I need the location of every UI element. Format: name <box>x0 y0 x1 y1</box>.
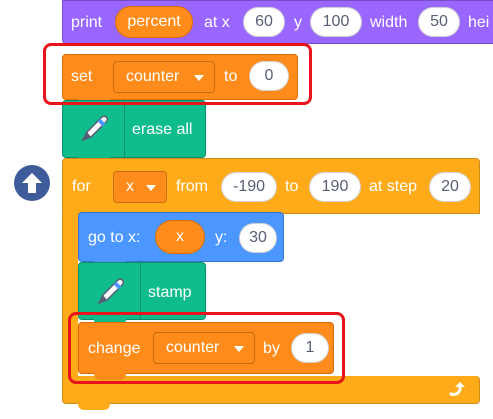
pen-icon <box>81 115 109 142</box>
pen-icon-section <box>63 101 125 157</box>
chevron-down-icon <box>146 185 156 191</box>
width-input[interactable]: 50 <box>418 7 460 37</box>
from-label: from <box>176 178 208 195</box>
loop-variable-name: x <box>126 178 134 195</box>
print-label: print <box>71 14 103 31</box>
percent-reporter[interactable]: percent <box>115 6 193 38</box>
x-input[interactable]: 60 <box>243 7 285 37</box>
for-to-label: to <box>285 178 299 195</box>
step-input[interactable]: 20 <box>429 172 471 202</box>
loop-arrow-icon <box>449 382 465 396</box>
stamp-pen-section <box>79 263 141 319</box>
arrow-up-button[interactable] <box>14 165 50 201</box>
at-x-label: at x <box>204 14 230 31</box>
for-loop-block[interactable]: for x from -190 to 190 at step 20 <box>62 158 480 214</box>
go-to-xy-block[interactable]: go to x: x y: 30 <box>78 212 284 262</box>
height-label: hei <box>468 14 490 31</box>
at-step-label: at step <box>369 178 418 195</box>
go-to-y-input[interactable]: 30 <box>239 223 277 253</box>
print-block[interactable]: print percent at x 60 y 100 width 50 hei <box>62 0 493 44</box>
highlight-change-block <box>68 312 345 384</box>
arrow-up-icon <box>22 173 42 193</box>
erase-all-label: erase all <box>132 121 193 138</box>
stamp-label: stamp <box>148 284 192 301</box>
go-to-y-label: y: <box>215 229 228 246</box>
y-input[interactable]: 100 <box>310 7 362 37</box>
x-reporter[interactable]: x <box>155 220 205 254</box>
to-input[interactable]: 190 <box>309 172 361 202</box>
go-to-x-label: go to x: <box>88 229 141 246</box>
erase-all-block[interactable]: erase all <box>62 100 206 158</box>
for-block-notch <box>78 403 110 410</box>
width-label: width <box>370 14 408 31</box>
pen-icon <box>97 278 125 305</box>
loop-variable-dropdown[interactable]: x <box>113 171 167 203</box>
highlight-set-block <box>43 43 312 105</box>
for-label: for <box>72 178 91 195</box>
y-label: y <box>294 14 302 31</box>
from-input[interactable]: -190 <box>221 172 277 202</box>
